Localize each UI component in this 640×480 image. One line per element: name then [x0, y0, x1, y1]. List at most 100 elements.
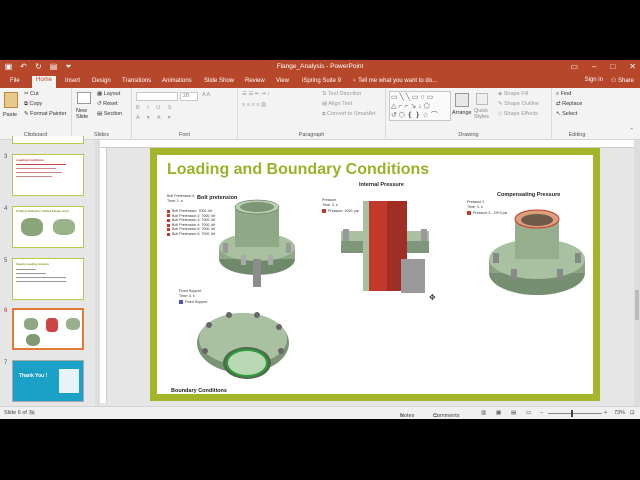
- legend-swatch: [179, 300, 183, 305]
- scroll-thumb[interactable]: [635, 290, 639, 320]
- compensating-pressure-heading: Compensating Pressure: [497, 192, 561, 198]
- layout-button[interactable]: ▦ Layout: [97, 91, 120, 97]
- find-button[interactable]: ⌕ Find: [556, 91, 571, 98]
- shape-fill-button[interactable]: ◈ Shape Fill: [498, 91, 528, 97]
- zoom-slider[interactable]: [548, 413, 602, 414]
- tab-insert[interactable]: Insert: [61, 77, 84, 85]
- font-style-buttons[interactable]: B I U S: [136, 105, 174, 111]
- tab-animations[interactable]: Animations: [158, 77, 196, 85]
- reading-view-icon[interactable]: ▤: [511, 410, 516, 416]
- thumb-number: 5: [4, 258, 8, 264]
- bolt: [223, 243, 228, 253]
- bolt-hole: [206, 322, 212, 328]
- reset-button[interactable]: ↺ Reset: [97, 101, 118, 107]
- spellcheck-icon[interactable]: ▣: [30, 410, 35, 416]
- window-title: Flange_Analysis - PowerPoint: [276, 63, 364, 70]
- boundary-conditions-label: Boundary Conditions: [171, 388, 227, 394]
- legend-swatch: [167, 232, 170, 236]
- normal-view-icon[interactable]: ▥: [481, 410, 486, 416]
- zoom-in-icon[interactable]: +: [604, 410, 607, 416]
- shape-outline-button[interactable]: ✎ Shape Outline: [498, 101, 539, 107]
- fixed-support-model[interactable]: [195, 303, 291, 393]
- share-button[interactable]: ⚇ Share: [611, 77, 634, 84]
- slide-thumb-2[interactable]: [12, 136, 84, 144]
- convert-smartart-button[interactable]: ⧈ Convert to SmartArt: [322, 111, 376, 118]
- zoom-level[interactable]: 73%: [614, 410, 625, 416]
- text-direction-button[interactable]: ⇅ Text Direction: [322, 91, 361, 97]
- status-bar: Slide 6 of 7 ▣ ≡ Notes ▭ Comments ▥ ▦ ▤ …: [0, 406, 640, 419]
- slide-thumb-7[interactable]: Thank You !: [12, 360, 84, 402]
- slide-thumbnails-pane: 3 Loading Conditions 4 Problem Definitio…: [0, 136, 94, 406]
- editor-scrollbar[interactable]: [634, 140, 640, 406]
- slide-title[interactable]: Loading and Boundary Conditions: [167, 161, 429, 179]
- new-slide-button[interactable]: New Slide: [76, 108, 96, 120]
- align-buttons[interactable]: ≡ ≡ ≡ ≡ ▥: [242, 102, 266, 108]
- section-button[interactable]: ▤ Section: [97, 111, 122, 117]
- select-button[interactable]: ↖ Select: [556, 111, 577, 117]
- bolt-pretension-model[interactable]: [217, 199, 297, 289]
- align-text-button[interactable]: ▤ Align Text: [322, 101, 352, 107]
- arrange-icon[interactable]: [455, 93, 469, 107]
- new-slide-icon[interactable]: [77, 92, 91, 104]
- tab-home[interactable]: Home: [32, 76, 57, 88]
- cut-button[interactable]: ✂ Cut: [24, 91, 39, 97]
- slide-thumb-3[interactable]: Loading Conditions: [12, 154, 84, 196]
- legend-swatch: [167, 223, 170, 227]
- slide-thumb-6-selected[interactable]: [12, 308, 84, 350]
- slideshow-icon[interactable]: ▭: [526, 410, 531, 416]
- copy-button[interactable]: ⧉ Copy: [24, 101, 42, 108]
- format-painter-button[interactable]: ✎ Format Painter: [24, 111, 67, 117]
- thumb-line: [16, 269, 36, 270]
- font-size-box[interactable]: 28: [180, 92, 198, 101]
- list-buttons[interactable]: ☰ ☰ ⇤ ⇥ ↕: [242, 91, 270, 97]
- thumb-title: Loading Conditions: [16, 158, 45, 162]
- tab-ispring[interactable]: iSpring Suite 9: [298, 77, 345, 85]
- legend-item: Bolt Pretension 6: 7000. lbf: [167, 232, 215, 237]
- slide-thumb-5[interactable]: Steady Loading Analysis: [12, 258, 84, 300]
- bolt-legend: Bolt Pretension: 7000. lbf Bolt Pretensi…: [167, 209, 215, 237]
- shapes-gallery[interactable]: ▭ ╲ ╲ ▭ ○ ▭ △ ⌐ ⌐ ↘ ↓ ⬠ ↺ ⬡ ❴ ❵ ☆ ⌒: [389, 91, 451, 121]
- tab-slide-show[interactable]: Slide Show: [200, 77, 238, 85]
- close-button[interactable]: ✕: [629, 62, 636, 71]
- legend-swatch: [167, 214, 170, 218]
- quick-styles-button[interactable]: Quick Styles: [474, 108, 494, 120]
- tab-review[interactable]: Review: [241, 77, 269, 85]
- paste-icon[interactable]: [4, 92, 18, 108]
- tab-file[interactable]: File: [6, 77, 24, 85]
- collapse-ribbon-icon[interactable]: ⌃: [629, 128, 634, 134]
- font-color-buttons[interactable]: A ▾ A ▾: [136, 115, 174, 121]
- slide-thumb-4[interactable]: Problem Definition: Bolted Flange Joint: [12, 206, 84, 248]
- thumb-image: [26, 334, 40, 346]
- font-name-box[interactable]: [136, 92, 178, 101]
- person-icon: ⚇: [610, 78, 618, 84]
- shape-effects-button[interactable]: ◇ Shape Effects: [498, 111, 538, 117]
- paste-button[interactable]: Paste: [3, 112, 17, 118]
- fit-slide-icon[interactable]: ⊡: [630, 410, 635, 416]
- slide-sorter-icon[interactable]: ▦: [496, 410, 501, 416]
- minimize-button[interactable]: –: [592, 62, 596, 71]
- tab-view[interactable]: View: [272, 77, 293, 85]
- tell-me-box[interactable]: ♀ Tell me what you want to do...: [348, 77, 441, 85]
- thumb-image: [66, 318, 80, 330]
- thumb-title: Steady Loading Analysis: [16, 262, 50, 266]
- arrange-button[interactable]: Arrange: [452, 110, 472, 116]
- replace-button[interactable]: ⇄ Replace: [556, 101, 582, 107]
- ribbon-display-icon[interactable]: ▭: [570, 62, 578, 71]
- zoom-slider-thumb[interactable]: [571, 410, 573, 417]
- tab-transitions[interactable]: Transitions: [118, 77, 155, 85]
- lower-pipe: [401, 259, 425, 293]
- internal-pressure-model[interactable]: [339, 199, 434, 299]
- maximize-button[interactable]: □: [610, 62, 615, 71]
- zoom-out-icon[interactable]: −: [540, 410, 543, 416]
- bolt: [511, 269, 517, 279]
- fixed-face: [226, 349, 268, 377]
- quick-styles-icon[interactable]: [476, 93, 488, 105]
- slide-6[interactable]: Loading and Boundary Conditions Bolt Pre…: [150, 148, 600, 401]
- compensating-pressure-model[interactable]: [487, 207, 587, 299]
- tab-design[interactable]: Design: [88, 77, 115, 85]
- thumb-image: [59, 369, 79, 393]
- sign-in-link[interactable]: Sign in: [585, 77, 603, 84]
- thumb-image: [46, 318, 58, 332]
- font-grow-icon[interactable]: A A: [202, 92, 210, 98]
- bolt-hole: [278, 348, 284, 354]
